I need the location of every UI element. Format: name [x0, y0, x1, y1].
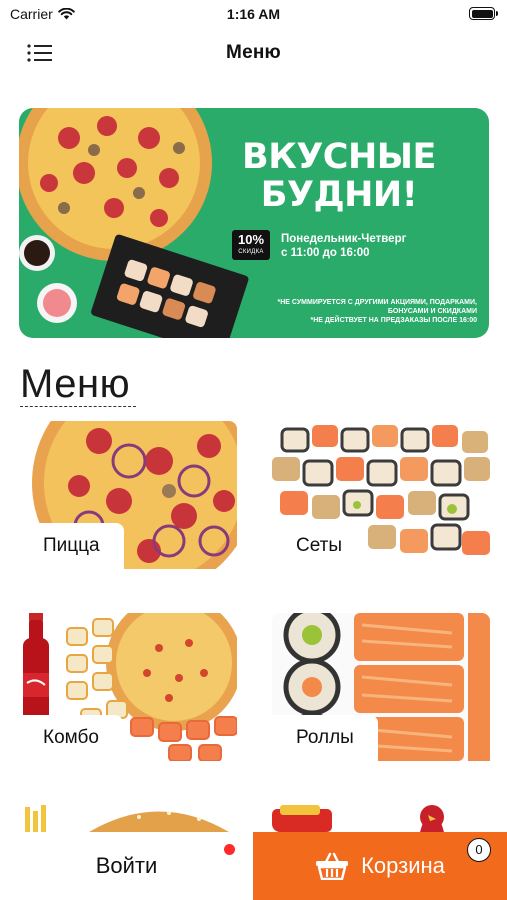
category-label-pizza: Пицца — [19, 523, 124, 569]
promo-schedule: Понедельник-Четверг с 11:00 до 16:00 — [281, 232, 406, 260]
bottom-bar: Войти Корзина 0 — [0, 832, 507, 900]
navigation-bar: Меню — [0, 30, 507, 76]
category-card-sets[interactable]: Сеты — [272, 421, 490, 569]
page-title: Меню — [226, 42, 281, 63]
promo-note-line1: *НЕ СУММИРУЕТСЯ С ДРУГИМИ АКЦИЯМИ, ПОДАР… — [277, 299, 477, 306]
cart-label: Корзина — [361, 853, 445, 878]
cart-count-badge: 0 — [467, 838, 491, 862]
banner-heading-line1: ВКУСНЫЕ — [242, 137, 436, 177]
category-card-burger[interactable] — [19, 805, 237, 832]
notification-dot — [224, 844, 235, 855]
menu-section-title: Меню — [20, 362, 131, 406]
discount-badge: 10% СКИДКА — [232, 230, 270, 260]
promo-days: Понедельник-Четверг — [281, 233, 407, 245]
promo-note-line3: *НЕ ДЕЙСТВУЕТ НА ПРЕДЗАКАЗЫ ПОСЛЕ 16:00 — [310, 317, 477, 324]
category-card-rolls[interactable]: Роллы — [272, 613, 490, 761]
promo-banner[interactable]: ВКУСНЫЕ БУДНИ! 10% СКИДКА Понедельник-Че… — [19, 108, 489, 338]
category-card-kids-toys[interactable] — [272, 805, 490, 832]
category-card-pizza[interactable]: Пицца — [19, 421, 237, 569]
kids-toys-image — [272, 805, 490, 832]
battery-icon — [469, 7, 498, 20]
category-card-combo[interactable]: Комбо — [19, 613, 237, 761]
login-button[interactable]: Войти — [0, 832, 253, 900]
login-label: Войти — [95, 853, 158, 878]
burger-image — [19, 805, 237, 832]
promo-hours: с 11:00 до 16:00 — [281, 247, 370, 259]
category-label-sets: Сеты — [272, 523, 367, 569]
category-label-combo: Комбо — [19, 715, 123, 761]
cart-button[interactable]: Корзина 0 — [253, 832, 507, 900]
banner-heading-line2: БУДНИ! — [260, 175, 418, 215]
promo-disclaimer: *НЕ СУММИРУЕТСЯ С ДРУГИМИ АКЦИЯМИ, ПОДАР… — [227, 298, 477, 325]
status-bar: Carrier 1:16 AM — [0, 0, 507, 28]
discount-label: СКИДКА — [238, 249, 264, 255]
shopping-basket-icon — [316, 852, 349, 880]
section-title-underline — [20, 406, 136, 407]
promo-note-line2: БОНУСАМИ И СКИДКАМИ — [387, 308, 477, 315]
banner-heading: ВКУСНЫЕ БУДНИ! — [209, 138, 469, 214]
category-label-rolls: Роллы — [272, 715, 378, 761]
discount-value: 10% — [237, 232, 265, 247]
status-time: 1:16 AM — [226, 6, 281, 22]
